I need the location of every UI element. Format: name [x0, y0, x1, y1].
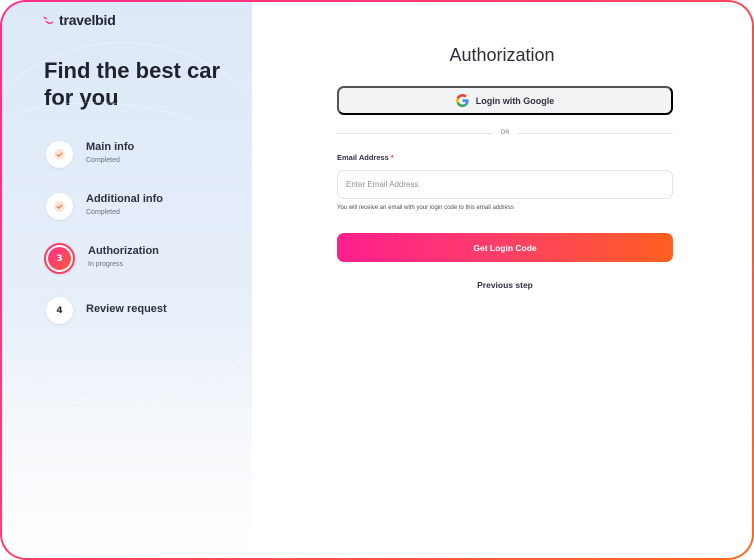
email-hint: You will receive an email with your logi…	[337, 205, 514, 211]
step-number: 3	[48, 247, 71, 270]
progress-steps: Main info Completed Additional info Comp…	[44, 140, 167, 348]
brand-name: travelbid	[59, 12, 116, 28]
app-window: travelbid Find the best car for you Main…	[2, 2, 752, 558]
email-label-text: Email Address	[337, 153, 389, 162]
auth-panel: Authorization Login with Google OR Email…	[252, 2, 752, 558]
get-login-code-button[interactable]: Get Login Code	[337, 233, 673, 262]
step-status-marker	[46, 193, 73, 220]
step-main-info[interactable]: Main info Completed	[46, 140, 167, 192]
page-title: Authorization	[449, 45, 555, 65]
step-label: Additional info	[86, 193, 163, 205]
required-mark: *	[390, 153, 394, 162]
email-label: Email Address *	[337, 153, 394, 162]
step-number: 4	[56, 305, 63, 316]
sidebar: travelbid Find the best car for you Main…	[2, 2, 304, 558]
step-status: Completed	[86, 209, 120, 216]
logo-mark-icon	[43, 16, 54, 24]
step-review-request[interactable]: 4 Review request	[46, 296, 167, 348]
google-icon	[455, 94, 469, 107]
step-label: Review request	[86, 303, 167, 315]
step-status: In progress	[88, 261, 124, 268]
step-label: Authorization	[88, 245, 159, 257]
check-icon	[54, 201, 65, 212]
step-label: Main info	[86, 141, 135, 153]
sidebar-headline: Find the best car for you	[44, 58, 221, 110]
step-status: Completed	[86, 157, 120, 164]
brand-logo[interactable]: travelbid	[42, 12, 116, 28]
step-status-marker: 4	[46, 297, 73, 324]
step-status-marker: 3	[44, 243, 75, 274]
email-field[interactable]	[337, 170, 673, 199]
check-icon	[54, 149, 65, 160]
step-additional-info[interactable]: Additional info Completed	[46, 192, 167, 244]
app-frame: travelbid Find the best car for you Main…	[0, 0, 754, 560]
or-divider: OR	[337, 128, 673, 138]
step-authorization[interactable]: 3 Authorization In progress	[44, 243, 167, 296]
step-status-marker	[46, 141, 73, 168]
previous-step-link[interactable]: Previous step	[337, 280, 673, 290]
or-divider-text: OR	[493, 128, 517, 138]
google-login-label: Login with Google	[475, 95, 555, 106]
google-login-button[interactable]: Login with Google	[337, 86, 673, 115]
